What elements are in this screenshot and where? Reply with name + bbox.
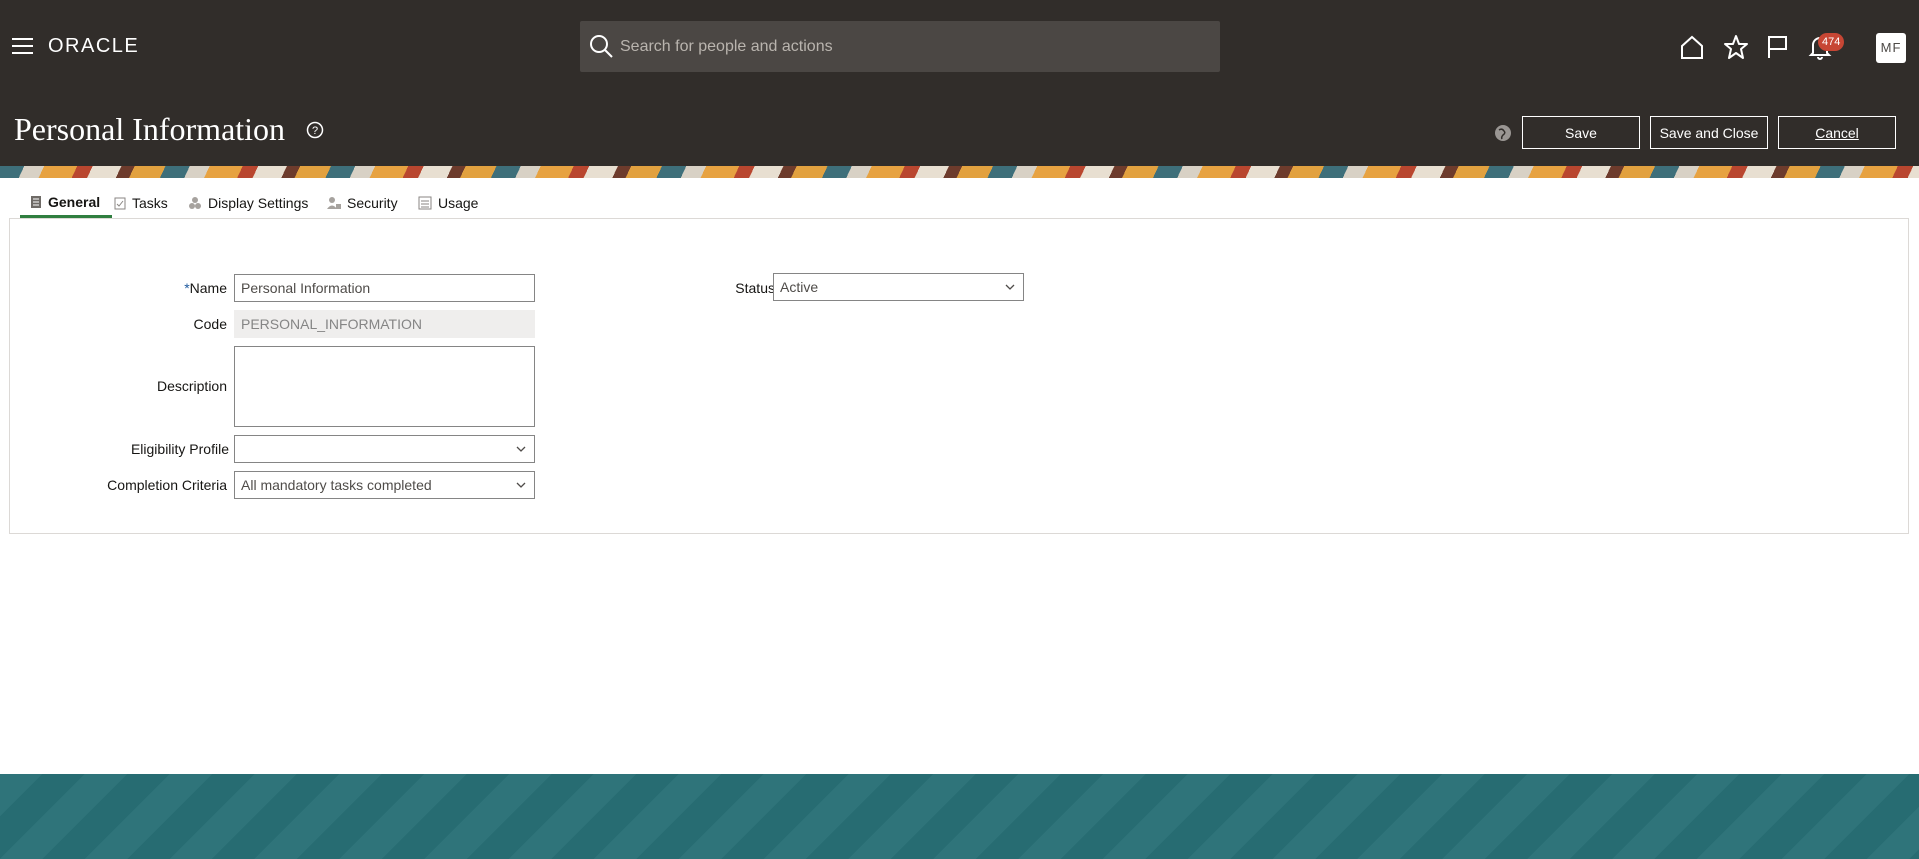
page-title: Personal Information [14, 111, 286, 147]
save-and-close-button[interactable]: Save and Close [1650, 116, 1768, 149]
globe-icon[interactable] [1494, 124, 1512, 142]
footer-banner [0, 774, 1919, 859]
search-placeholder: Search for people and actions [620, 38, 833, 55]
tab-general[interactable]: General [20, 188, 112, 218]
global-search[interactable]: Search for people and actions [580, 21, 1220, 72]
status-value: Active [780, 279, 819, 295]
svg-text:?: ? [312, 125, 318, 137]
palette-icon [189, 197, 201, 209]
description-textarea[interactable] [234, 346, 535, 427]
search-icon [590, 35, 613, 58]
cancel-button[interactable]: Cancel [1778, 116, 1896, 149]
help-icon[interactable]: ? [306, 121, 324, 139]
completion-criteria-select[interactable]: All mandatory tasks completed [234, 471, 535, 499]
name-input[interactable] [234, 274, 535, 302]
tab-bar: General Tasks Display Settings Security … [10, 188, 1910, 218]
tab-security-label: Security [347, 195, 398, 211]
tab-usage-label: Usage [438, 195, 479, 211]
document-icon [31, 195, 41, 208]
tab-security[interactable]: Security [327, 188, 398, 218]
list-icon [418, 196, 432, 210]
eligibility-profile-select[interactable] [234, 435, 535, 463]
user-avatar[interactable]: MF [1876, 33, 1906, 63]
flag-icon[interactable] [1764, 33, 1792, 61]
tab-general-label: General [48, 193, 101, 210]
decorative-banner [0, 166, 1919, 178]
tab-display-settings[interactable]: Display Settings [188, 188, 308, 218]
tab-usage[interactable]: Usage [418, 188, 478, 218]
status-select[interactable]: Active [773, 273, 1024, 301]
tab-display-settings-label: Display Settings [208, 195, 309, 211]
tab-tasks-label: Tasks [132, 195, 168, 211]
chevron-down-icon [516, 446, 526, 452]
notification-badge: 474 [1818, 33, 1845, 51]
star-icon[interactable] [1722, 33, 1750, 61]
cancel-label: Cancel [1815, 124, 1859, 141]
name-label-text: Name [189, 280, 227, 296]
tab-tasks[interactable]: Tasks [114, 188, 168, 218]
home-icon[interactable] [1678, 33, 1706, 61]
name-label: *Name [10, 280, 227, 296]
chevron-down-icon [1005, 284, 1015, 290]
global-header: ORACLE Search for people and actions 474… [0, 0, 1919, 166]
clipboard-icon [114, 197, 126, 210]
security-icon [327, 197, 341, 209]
oracle-logo[interactable]: ORACLE [48, 35, 139, 58]
chevron-down-icon [516, 482, 526, 488]
general-form-panel: *Name Code PERSONAL_INFORMATION Descript… [9, 218, 1909, 534]
hamburger-icon[interactable] [12, 36, 34, 56]
description-label: Description [156, 378, 227, 394]
code-label: Code [193, 316, 227, 332]
eligibility-profile-label: Eligibility Profile [130, 441, 229, 457]
completion-criteria-label: Completion Criteria [107, 477, 227, 493]
save-button[interactable]: Save [1522, 116, 1640, 149]
completion-criteria-value: All mandatory tasks completed [241, 477, 432, 493]
code-field: PERSONAL_INFORMATION [234, 310, 535, 338]
status-label: Status [735, 280, 775, 296]
